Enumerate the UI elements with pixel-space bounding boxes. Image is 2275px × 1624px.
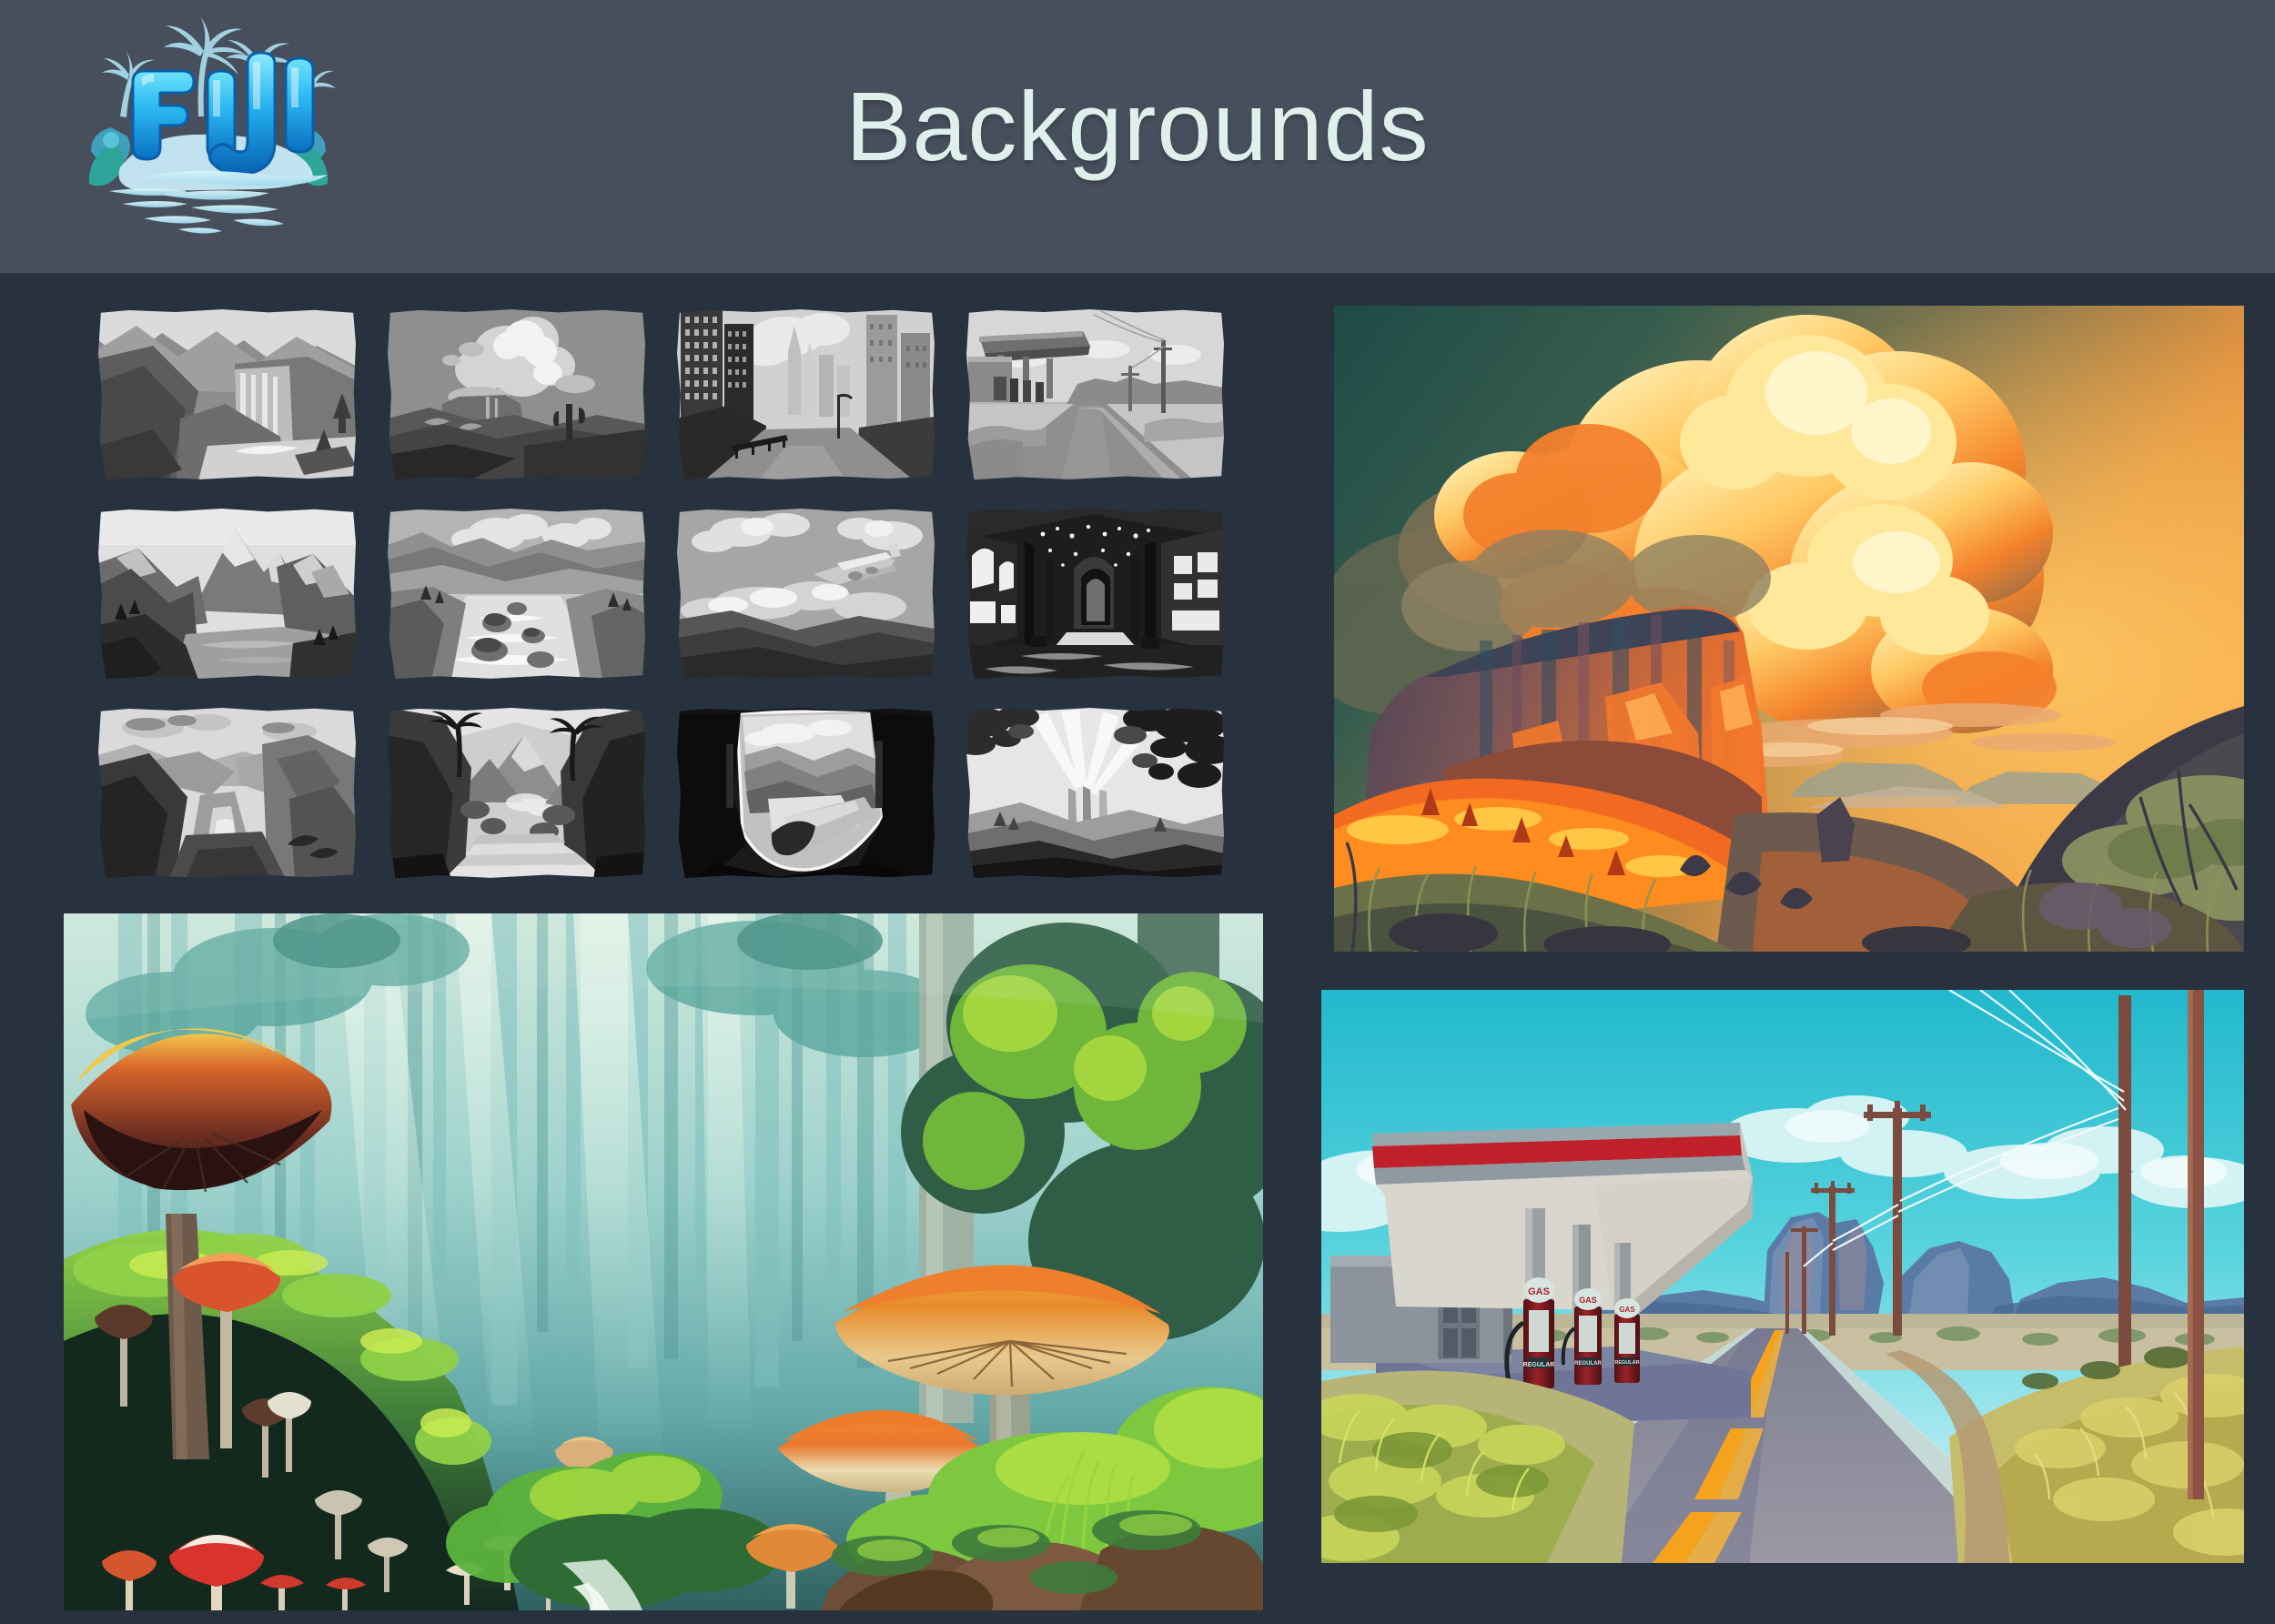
svg-text:GAS: GAS [1528, 1286, 1550, 1297]
page-header: Backgrounds [0, 0, 2275, 273]
thumbnail-canyon-waterfall[interactable] [98, 309, 356, 480]
thumbnail-fjord-valley[interactable] [98, 509, 356, 680]
page-title: Backgrounds [845, 70, 1430, 181]
forest-mushrooms-painting[interactable] [64, 913, 1263, 1610]
thumbnail-river-rapids[interactable] [388, 509, 645, 680]
thumbnail-gas-station[interactable] [966, 309, 1224, 480]
svg-text:GAS: GAS [1579, 1296, 1597, 1305]
thumbnail-airplane-clouds[interactable] [677, 509, 935, 680]
thumbnail-canyon-gorge[interactable] [98, 708, 356, 879]
thumbnail-cathedral-interior[interactable] [966, 509, 1224, 680]
fuel-pump: GAS REGULAR [1614, 1298, 1640, 1383]
svg-text:REGULAR: REGULAR [1523, 1362, 1555, 1368]
highway-gas-station-painting[interactable]: GAS REGULAR GAS REGULAR GAS REGULAR [1321, 990, 2244, 1563]
thumbnail-forest-clearing[interactable] [966, 708, 1224, 879]
desert-mesa-sunset-painting[interactable] [1334, 306, 2244, 952]
thumbnail-city-street[interactable] [677, 309, 935, 480]
thumbnail-fuselage-view[interactable] [677, 708, 935, 879]
thumbnail-desert-mesa-cloud[interactable] [388, 309, 645, 480]
thumbnail-grid [98, 309, 1227, 892]
svg-text:REGULAR: REGULAR [1574, 1361, 1602, 1367]
svg-text:GAS: GAS [1619, 1306, 1635, 1314]
svg-text:REGULAR: REGULAR [1614, 1360, 1639, 1366]
thumbnail-jungle-ravine[interactable] [388, 708, 645, 879]
